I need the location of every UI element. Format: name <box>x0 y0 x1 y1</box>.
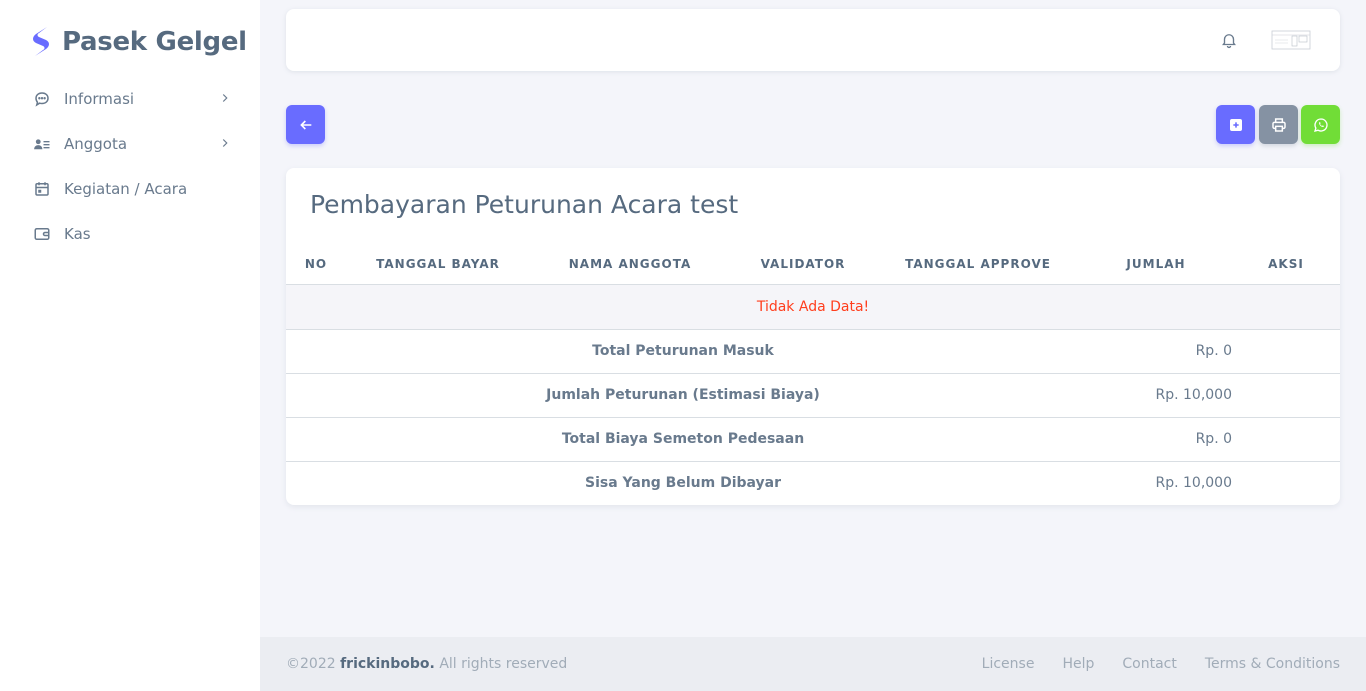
payment-table: NO TANGGAL BAYAR NAMA ANGGOTA VALIDATOR … <box>286 245 1340 505</box>
back-button[interactable] <box>286 105 325 144</box>
add-payment-button[interactable] <box>1216 105 1255 144</box>
footer: ©2022 frickinbobo. All rights reserved L… <box>260 637 1366 691</box>
page-title: Pembayaran Peturunan Acara test <box>310 190 739 219</box>
sidebar-item-label: Informasi <box>64 89 135 108</box>
calendar-icon <box>33 180 51 198</box>
sidebar-item-kas[interactable]: Kas <box>18 211 242 256</box>
bell-icon[interactable] <box>1220 31 1238 49</box>
footer-link-license[interactable]: License <box>982 656 1035 672</box>
author-link[interactable]: frickinbobo. <box>340 656 435 672</box>
avatar[interactable] <box>1270 24 1312 56</box>
column-header: TANGGAL APPROVE <box>876 245 1080 285</box>
top-navbar <box>286 9 1340 71</box>
rights-text: All rights reserved <box>439 656 568 672</box>
brand-logo-icon <box>33 27 49 56</box>
sidebar-menu: Informasi Anggota Kegiatan / Acara Kas <box>18 76 242 256</box>
arrow-left-icon <box>299 119 311 130</box>
sidebar-item-anggota[interactable]: Anggota <box>18 121 242 166</box>
sidebar-item-informasi[interactable]: Informasi <box>18 76 242 121</box>
summary-label: Jumlah Peturunan (Estimasi Biaya) <box>286 373 1080 418</box>
footer-link-terms[interactable]: Terms & Conditions <box>1205 656 1340 672</box>
sidebar-item-kegiatan[interactable]: Kegiatan / Acara <box>18 166 242 211</box>
sidebar-item-label: Anggota <box>64 134 128 153</box>
table-header-row: NO TANGGAL BAYAR NAMA ANGGOTA VALIDATOR … <box>286 245 1340 285</box>
sidebar: Pasek Gelgel Informasi Anggota Kegiatan … <box>0 0 260 691</box>
column-header: VALIDATOR <box>730 245 876 285</box>
empty-message: Tidak Ada Data! <box>286 284 1340 330</box>
payment-card: Pembayaran Peturunan Acara test NO TANGG… <box>286 168 1340 505</box>
summary-label: Total Biaya Semeton Pedesaan <box>286 417 1080 462</box>
summary-value: Rp. 10,000 <box>1155 475 1232 492</box>
user-list-icon <box>33 135 51 153</box>
summary-row: Sisa Yang Belum Dibayar Rp. 10,000 <box>286 461 1340 505</box>
footer-link-help[interactable]: Help <box>1062 656 1094 672</box>
summary-value: Rp. 10,000 <box>1080 373 1232 418</box>
column-header: NO <box>286 245 346 285</box>
summary-row: Total Biaya Semeton Pedesaan Rp. 0 <box>286 417 1340 462</box>
column-header: NAMA ANGGOTA <box>530 245 730 285</box>
plus-square-icon <box>1229 118 1242 131</box>
chat-bubble-icon <box>33 90 51 108</box>
summary-label: Total Peturunan Masuk <box>286 329 1080 374</box>
summary-value: Rp. 0 <box>1080 417 1232 462</box>
summary-row: Jumlah Peturunan (Estimasi Biaya) Rp. 10… <box>286 373 1340 418</box>
summary-value: Rp. 0 <box>1080 329 1232 374</box>
print-button[interactable] <box>1259 105 1298 144</box>
column-header: JUMLAH <box>1080 245 1232 285</box>
summary-row: Total Peturunan Masuk Rp. 0 <box>286 329 1340 374</box>
empty-row: Tidak Ada Data! <box>286 284 1340 330</box>
whatsapp-icon <box>1313 117 1328 132</box>
chevron-right-icon <box>222 139 228 147</box>
brand[interactable]: Pasek Gelgel <box>30 24 247 60</box>
sidebar-item-label: Kegiatan / Acara <box>64 179 188 198</box>
avatar-image <box>1270 24 1312 56</box>
wallet-icon <box>33 225 51 243</box>
whatsapp-share-button[interactable] <box>1301 105 1340 144</box>
copyright-year: ©2022 <box>286 656 336 672</box>
chevron-right-icon <box>222 94 228 102</box>
column-header: TANGGAL BAYAR <box>346 245 530 285</box>
printer-icon <box>1271 117 1286 132</box>
footer-links: License Help Contact Terms & Conditions <box>982 656 1340 672</box>
footer-link-contact[interactable]: Contact <box>1122 656 1176 672</box>
sidebar-item-label: Kas <box>64 224 91 243</box>
copyright: ©2022 frickinbobo. All rights reserved <box>286 656 567 672</box>
column-header: AKSI <box>1232 245 1340 285</box>
summary-label: Sisa Yang Belum Dibayar <box>584 475 782 492</box>
brand-name: Pasek Gelgel <box>62 27 247 57</box>
